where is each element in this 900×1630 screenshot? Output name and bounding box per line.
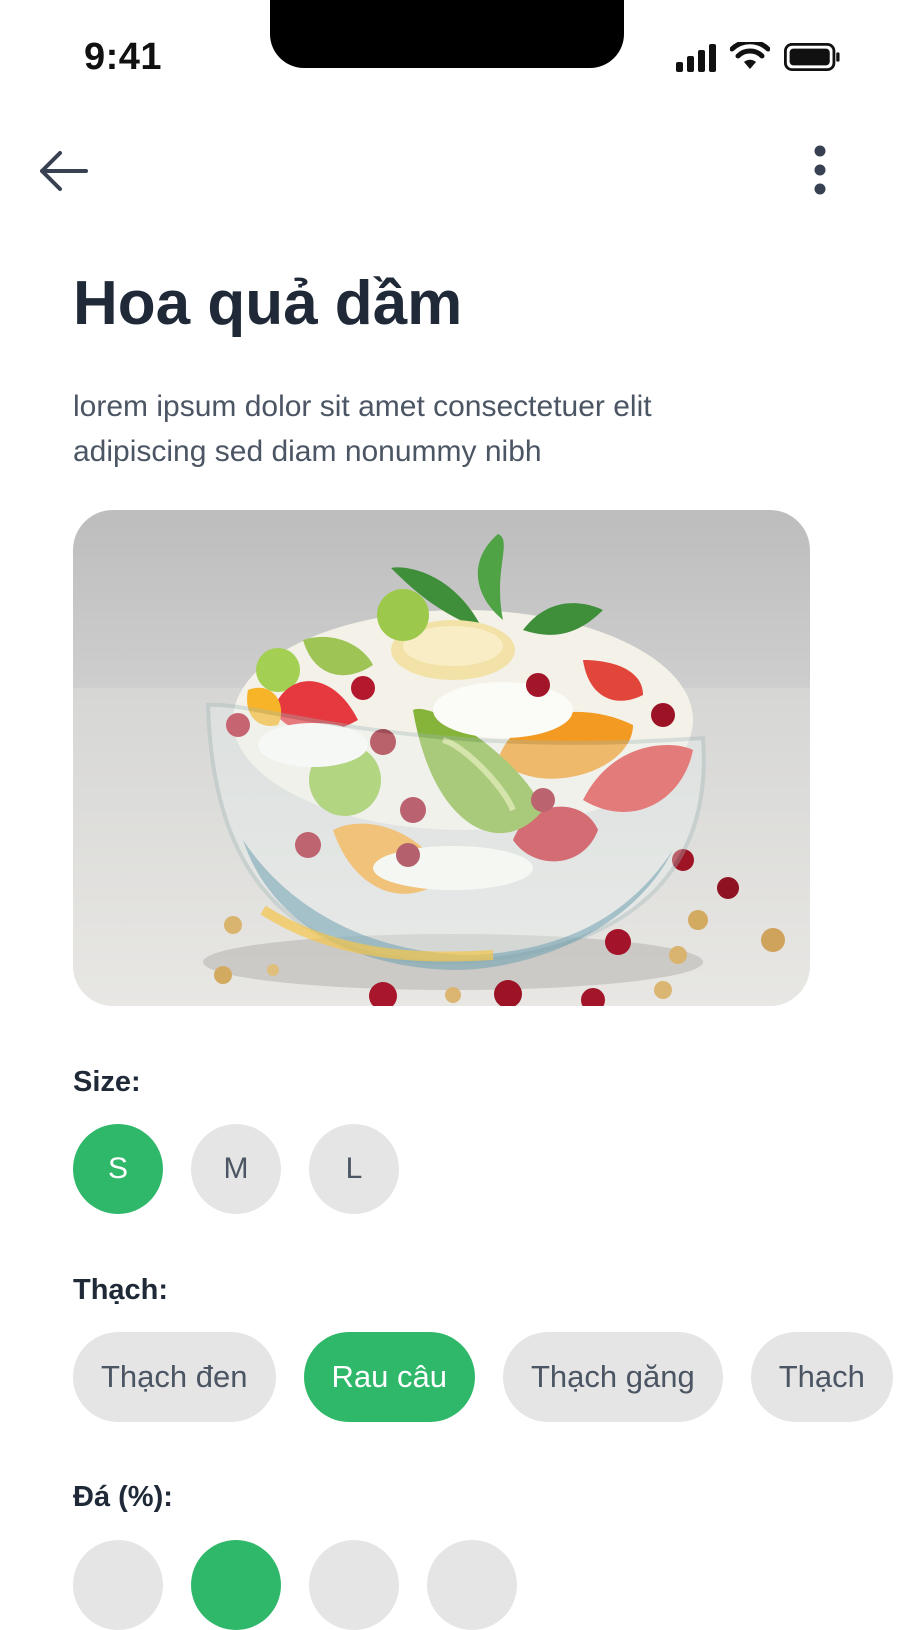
ice-option-4[interactable] — [427, 1540, 517, 1630]
product-title: Hoa quả dầm — [73, 269, 463, 338]
ice-options — [73, 1540, 517, 1630]
product-description: lorem ipsum dolor sit amet consectetuer … — [73, 390, 652, 468]
jelly-option-thach[interactable]: Thạch — [750, 1332, 893, 1422]
size-option-m[interactable]: M — [191, 1124, 281, 1214]
wifi-icon — [730, 42, 770, 69]
battery-icon — [784, 43, 840, 71]
jelly-option-thach-den[interactable]: Thạch đen — [73, 1332, 276, 1422]
jelly-option-rau-cau[interactable]: Rau câu — [303, 1332, 475, 1422]
ice-option-3[interactable] — [309, 1540, 399, 1630]
more-vertical-icon — [814, 145, 826, 195]
size-label: Size: — [73, 1066, 141, 1098]
jelly-option-thach-gang[interactable]: Thạch găng — [502, 1332, 723, 1422]
ice-option-1[interactable] — [73, 1540, 163, 1630]
arrow-left-icon — [40, 151, 88, 191]
back-button[interactable] — [36, 145, 92, 197]
status-time: 9:41 — [84, 36, 163, 78]
jelly-options: Thạch đen Rau câu Thạch găng Thạch — [73, 1332, 893, 1422]
size-options: S M L — [73, 1124, 399, 1214]
status-bar: 9:41 — [0, 0, 900, 110]
size-option-s[interactable]: S — [73, 1124, 163, 1214]
size-option-l[interactable]: L — [309, 1124, 399, 1214]
status-icons — [676, 42, 840, 72]
cellular-signal-icon — [676, 42, 716, 72]
jelly-label: Thạch: — [73, 1274, 169, 1306]
more-options-button[interactable] — [800, 140, 840, 202]
device-notch — [270, 0, 624, 68]
product-image — [73, 510, 810, 1006]
ice-option-2[interactable] — [191, 1540, 281, 1630]
ice-label: Đá (%): — [73, 1481, 173, 1513]
